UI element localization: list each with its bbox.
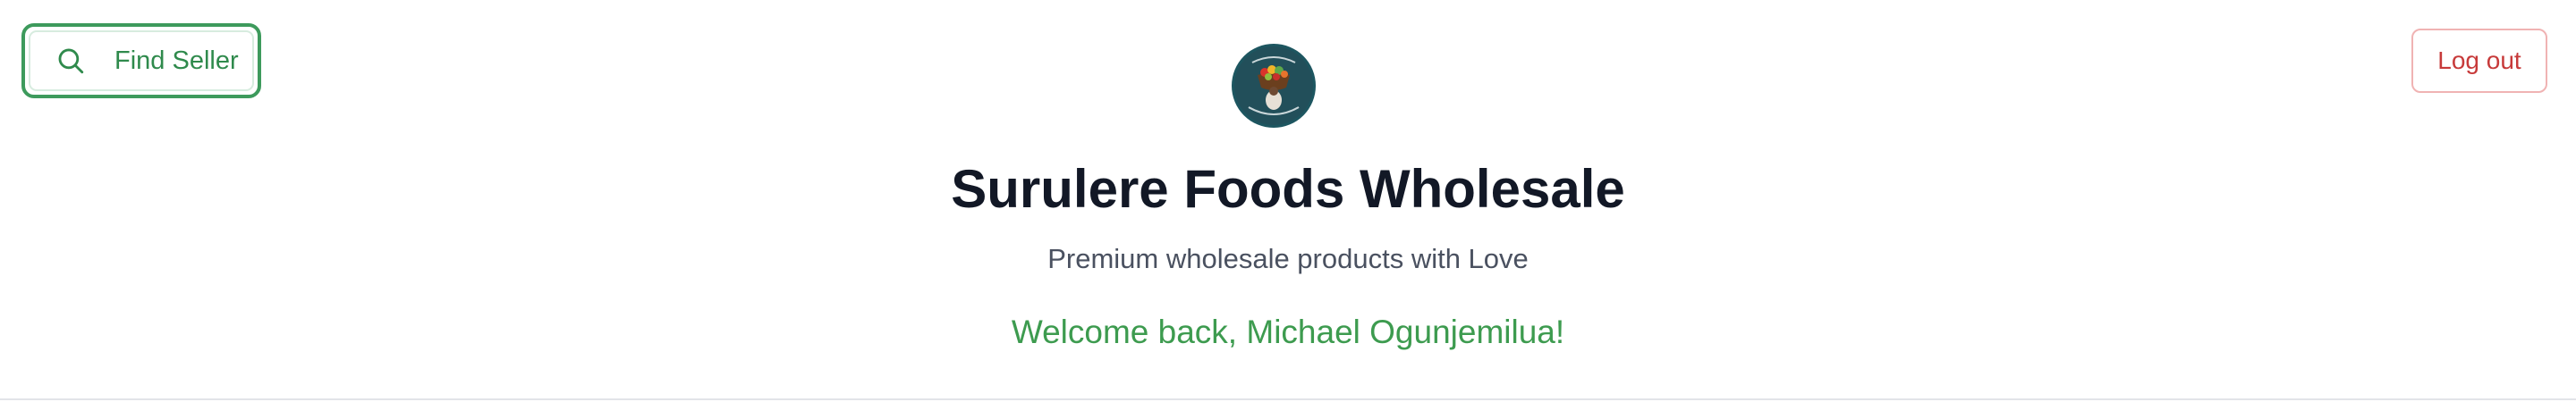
store-header: Find Seller Log out Surulere Foods Whole… <box>0 0 2576 398</box>
find-seller-button[interactable]: Find Seller <box>21 23 261 98</box>
logout-button[interactable]: Log out <box>2411 29 2547 93</box>
find-seller-label: Find Seller <box>114 46 239 75</box>
store-logo <box>1232 44 1316 128</box>
header-divider <box>0 398 2576 400</box>
page-subtitle: Premium wholesale products with Love <box>1047 243 1529 274</box>
search-icon <box>58 48 84 74</box>
page-title: Surulere Foods Wholesale <box>951 159 1625 219</box>
welcome-message: Welcome back, Michael Ogunjemilua! <box>1011 314 1565 350</box>
find-seller-button-inner[interactable]: Find Seller <box>29 30 254 91</box>
